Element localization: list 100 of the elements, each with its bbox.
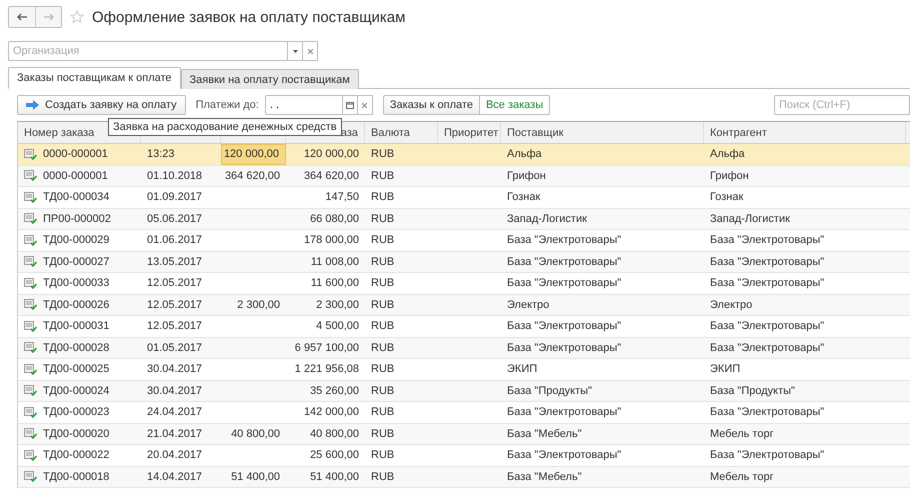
table-cell-text: RUB xyxy=(370,233,396,248)
order-number: ПР00-000002 xyxy=(43,212,111,225)
clear-button[interactable] xyxy=(303,41,318,61)
table-cell-text: 01.06.2017 xyxy=(146,233,204,248)
document-check-icon xyxy=(24,192,37,203)
filter-button[interactable]: Все заказы xyxy=(480,95,550,115)
table-cell-text: База "Электротовары" xyxy=(506,254,622,270)
table-cell-text: 40 800,00 xyxy=(309,426,360,442)
table-cell-text: 12.05.2017 xyxy=(146,298,204,313)
caret-icon xyxy=(292,50,298,52)
table-cell-text: База "Электротовары" xyxy=(709,448,826,464)
table-cell-text: Гознак xyxy=(709,190,744,206)
table-cell-text: Запад-Логистик xyxy=(506,212,588,227)
arrow-icon xyxy=(26,100,39,110)
table-row[interactable]: ТД00-000026 12.05.2017 2 300,00 2 300,00 RUB Электро Электро xyxy=(18,294,910,316)
table-cell-text: База "Продукты" xyxy=(709,384,796,399)
table-row[interactable]: ТД00-000020 21.04.2017 40 800,00 40 800,00 RUB База "Мебель" Мебель торг xyxy=(18,424,910,445)
window-title: Оформление заявок на оплату поставщикам xyxy=(92,8,406,26)
table-cell-text: 12.05.2017 xyxy=(146,276,204,292)
dropdown-button[interactable] xyxy=(288,41,303,61)
table-cell-text: База "Мебель" xyxy=(506,470,583,485)
table-cell-text: RUB xyxy=(370,470,396,485)
table-cell-text: RUB xyxy=(370,254,396,270)
table-cell-text: 51 400,00 xyxy=(230,470,281,485)
table-cell-text: База "Электротовары" xyxy=(506,340,622,356)
search-field[interactable]: Поиск (Ctrl+F) xyxy=(774,95,910,115)
column-header[interactable]: Валюта xyxy=(365,122,438,143)
table-cell-text: 40 800,00 xyxy=(230,426,281,442)
table-cell: 120 000,00 xyxy=(221,144,286,164)
order-number: ТД00-000027 xyxy=(43,256,110,268)
table-row[interactable]: 0000-000001 13:23 120 000,00 120 000,00 RUB Альфа Альфа xyxy=(18,144,910,166)
table-row[interactable]: ТД00-000024 30.04.2017 35 260,00 RUB База "Продукты" База "Продукты" xyxy=(18,380,910,402)
table-cell-text: 24.04.2017 xyxy=(146,405,204,420)
table-row[interactable]: ПР00-000002 05.06.2017 66 080,00 RUB Запад-Логистик Запад-Логистик xyxy=(18,208,910,230)
create-request-button[interactable]: Создать заявку на оплату xyxy=(17,95,186,115)
payments-label: Платежи до: xyxy=(196,99,259,111)
clear-button[interactable] xyxy=(358,95,373,115)
document-check-icon xyxy=(24,170,37,182)
table-cell-text: Электро xyxy=(709,298,754,313)
table-row[interactable]: 0000-000001 01.10.2018 364 620,00 364 620,00 RUB Грифон Грифон xyxy=(18,166,910,187)
table-row[interactable]: ТД00-000027 13.05.2017 11 008,00 RUB База "Электротовары" База "Электротовары" xyxy=(18,252,910,273)
order-number: ТД00-000025 xyxy=(43,363,110,376)
order-number: ТД00-000029 xyxy=(43,234,110,246)
table-cell-text: База "Электротовары" xyxy=(506,448,622,464)
table-cell-text: 4 500,00 xyxy=(315,319,360,334)
date-field[interactable]: . . xyxy=(264,95,343,115)
order-number: 0000-000001 xyxy=(43,170,108,182)
column-header[interactable]: Поставщик xyxy=(501,122,704,143)
table-cell-text: RUB xyxy=(370,362,396,378)
calendar-button[interactable] xyxy=(342,95,358,115)
organization-field[interactable]: Организация xyxy=(8,41,288,61)
star-icon[interactable] xyxy=(70,10,84,24)
table-cell-text: 364 620,00 xyxy=(302,168,360,184)
order-number: ТД00-000033 xyxy=(43,277,110,290)
order-number: 0000-000001 xyxy=(43,148,108,160)
table-cell-text: 147,50 xyxy=(324,190,360,206)
table-cell-text: RUB xyxy=(370,276,396,292)
order-number: ТД00-000023 xyxy=(43,406,110,418)
table-cell-text: 05.06.2017 xyxy=(146,212,204,227)
close-icon xyxy=(308,48,312,54)
document-check-icon xyxy=(24,299,37,310)
table-cell-text: 25 600,00 xyxy=(309,448,360,464)
table-cell-text: База "Электротовары" xyxy=(709,254,826,270)
table-cell-text: 35 260,00 xyxy=(309,384,360,399)
table-cell-text: 178 000,00 xyxy=(302,233,360,248)
table-cell-text: RUB xyxy=(370,212,396,227)
column-header[interactable]: Приоритет xyxy=(438,122,501,143)
column-header[interactable]: Контрагент xyxy=(704,122,906,143)
table-cell-text: 13:23 xyxy=(146,147,176,162)
table-cell-text: База "Электротовары" xyxy=(506,276,622,292)
calendar-icon xyxy=(346,102,354,108)
table-cell-text: 13.05.2017 xyxy=(146,254,204,270)
table-cell-text: 1 221 956,08 xyxy=(294,362,360,378)
table-row[interactable]: ТД00-000018 14.04.2017 51 400,00 51 400,00 RUB База "Мебель" Мебель торг xyxy=(18,466,910,488)
filter-button[interactable]: Заказы к оплате xyxy=(382,95,480,115)
forward-arrow-icon xyxy=(42,13,54,21)
back-button[interactable] xyxy=(9,7,35,27)
table-cell-text: 6 957 100,00 xyxy=(294,340,360,356)
document-check-icon xyxy=(24,234,37,246)
table-cell-text: 12.05.2017 xyxy=(146,319,204,334)
table-cell-text: 14.04.2017 xyxy=(146,470,204,485)
table-cell-text: Мебель торг xyxy=(709,470,775,485)
table-cell-text: RUB xyxy=(370,147,396,162)
table-cell-text: RUB xyxy=(370,340,396,356)
table-cell-text: 364 620,00 xyxy=(224,168,281,184)
table-cell-text: ЭКИП xyxy=(506,362,538,378)
table-cell-text: База "Электротовары" xyxy=(709,276,826,292)
order-number: ТД00-000022 xyxy=(43,449,110,462)
back-arrow-icon xyxy=(16,13,28,21)
document-check-icon xyxy=(24,450,37,461)
document-check-icon xyxy=(24,256,37,268)
table-cell-text: 66 080,00 xyxy=(309,212,360,227)
table-cell-text: 142 000,00 xyxy=(302,405,360,420)
tab[interactable]: Заказы поставщикам к оплате xyxy=(8,67,181,89)
document-check-icon xyxy=(24,148,37,160)
table-cell-text: 01.09.2017 xyxy=(146,190,204,206)
table-cell-text: База "Электротовары" xyxy=(506,233,622,248)
tab[interactable]: Заявки на оплату поставщикам xyxy=(180,69,359,89)
table-row[interactable]: ТД00-000028 01.05.2017 6 957 100,00 RUB База "Электротовары" База "Электротовары" xyxy=(18,338,910,359)
table-cell-text: 11 008,00 xyxy=(310,254,360,270)
